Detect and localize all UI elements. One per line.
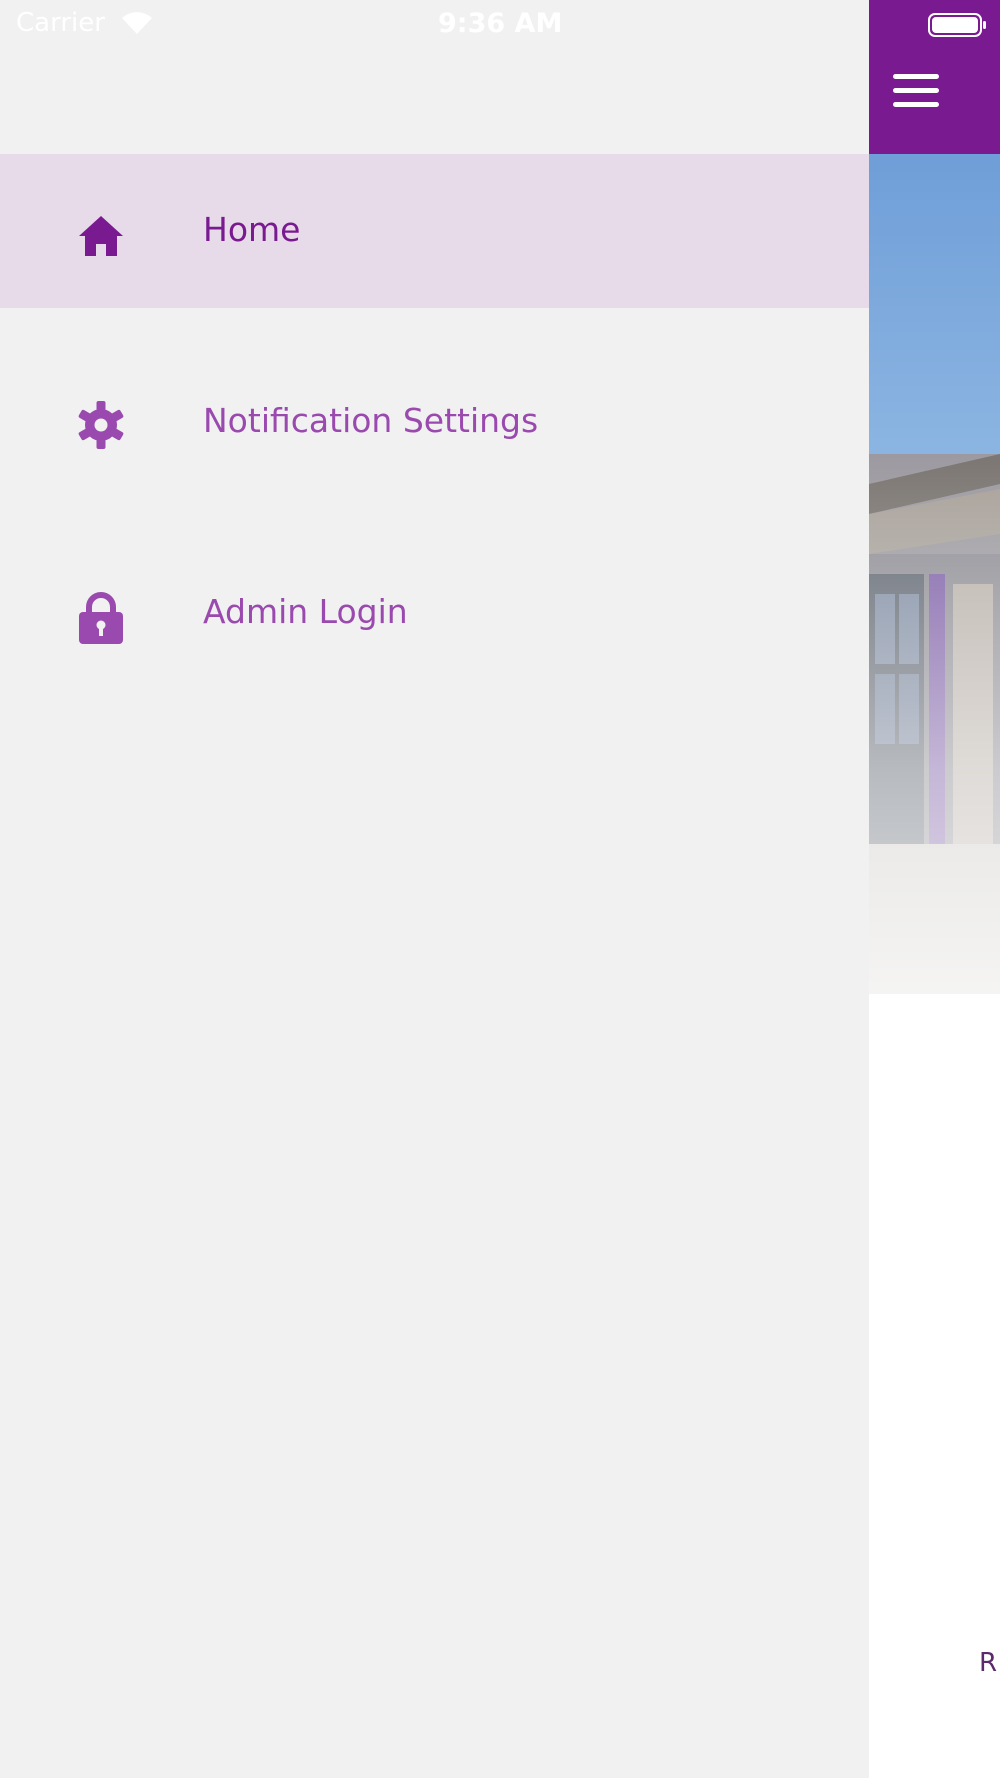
app-header bbox=[869, 0, 1000, 154]
drawer-item-label: Notification Settings bbox=[203, 401, 539, 440]
drawer-item-notification-settings[interactable]: Notification Settings bbox=[0, 345, 869, 499]
home-icon bbox=[79, 216, 123, 256]
footer-text: R bbox=[979, 1648, 998, 1678]
side-drawer: Home Notification Settings Admin Login bbox=[0, 0, 869, 1778]
hamburger-menu-icon[interactable] bbox=[893, 72, 939, 112]
hero-image bbox=[869, 154, 1000, 1154]
main-content: R bbox=[869, 0, 1000, 1778]
app-screen: R Home Notification Settings Admin Login… bbox=[0, 0, 1000, 1778]
gear-icon bbox=[78, 401, 124, 449]
drawer-item-label: Home bbox=[203, 210, 301, 249]
drawer-item-admin-login[interactable]: Admin Login bbox=[0, 536, 869, 690]
lock-icon bbox=[79, 592, 123, 644]
drawer-item-label: Admin Login bbox=[203, 592, 408, 631]
drawer-item-home[interactable]: Home bbox=[0, 154, 869, 308]
